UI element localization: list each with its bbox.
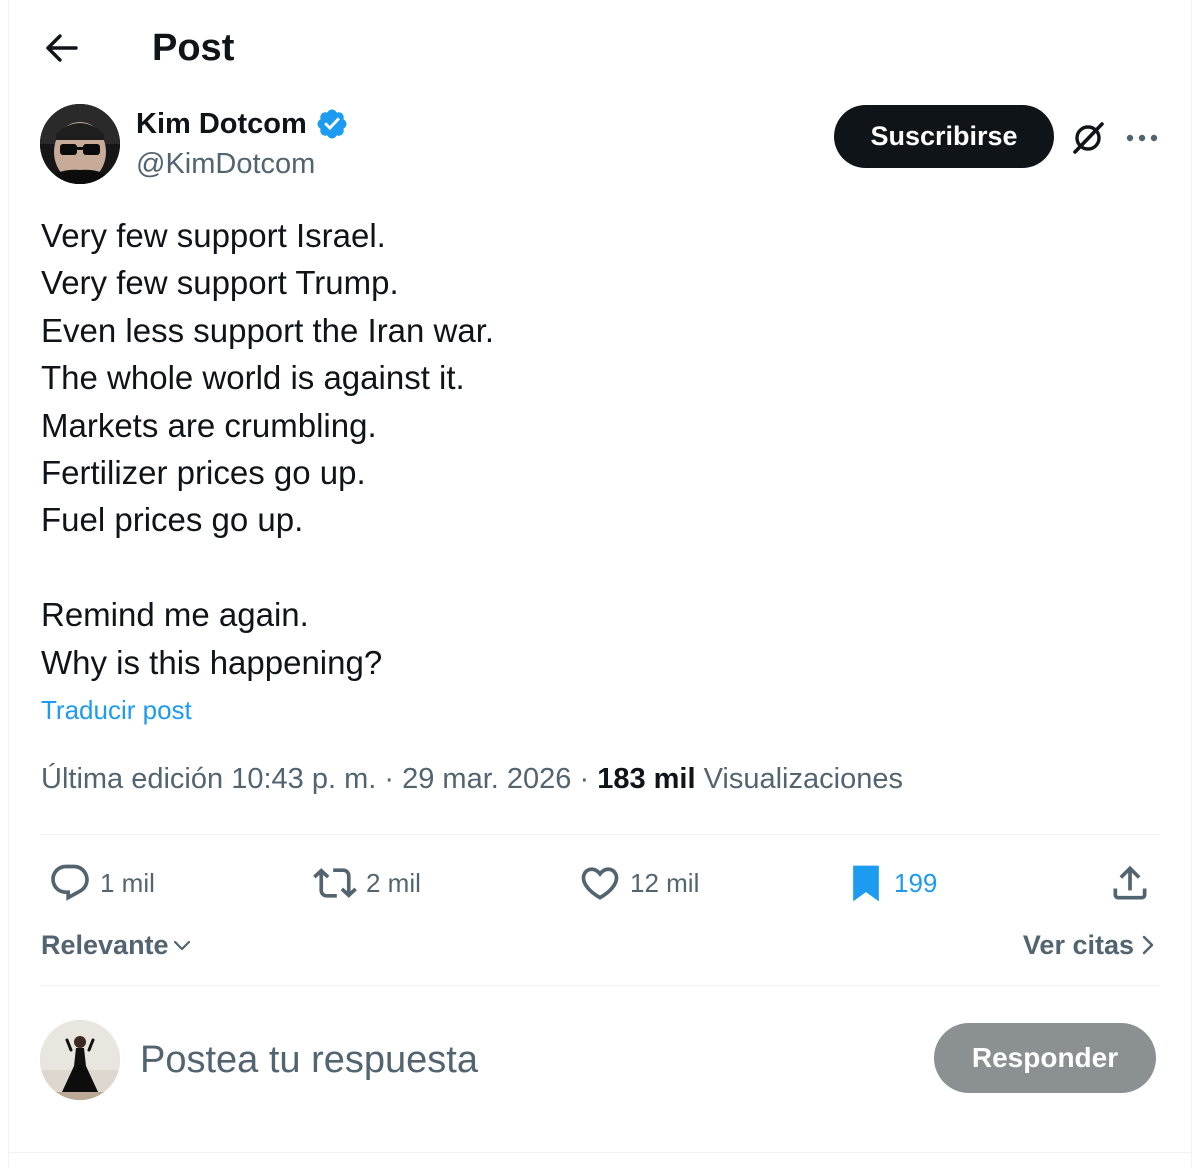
meta-separator: · <box>384 763 395 795</box>
share-button[interactable] <box>1108 858 1152 908</box>
like-count: 12 mil <box>630 867 700 898</box>
post-text-line <box>41 544 1141 591</box>
verified-badge-icon[interactable] <box>315 107 349 141</box>
post-date[interactable]: 29 mar. 2026 <box>402 763 571 795</box>
bookmark-count: 199 <box>894 867 938 898</box>
heart-icon <box>581 867 619 900</box>
reply-button[interactable]: 1 mil <box>48 858 155 908</box>
author-name-row: Kim Dotcom <box>136 106 349 142</box>
view-quotes-label: Ver citas <box>1022 930 1134 960</box>
reply-icon <box>51 864 89 901</box>
post-text-line: Fertilizer prices go up. <box>41 453 366 491</box>
bookmark-filled-icon <box>853 865 879 902</box>
reply-sort-label: Relevante <box>41 930 169 960</box>
subscribe-button[interactable]: Suscribirse <box>834 105 1054 168</box>
post-text-line: Why is this happening? <box>41 643 383 681</box>
author-name[interactable]: Kim Dotcom <box>136 106 307 142</box>
author-handle[interactable]: @KimDotcom <box>136 146 315 182</box>
views-label: Visualizaciones <box>703 763 903 795</box>
bottom-divider <box>8 1152 1192 1153</box>
arrow-left-icon <box>46 34 78 62</box>
repost-count: 2 mil <box>366 867 421 898</box>
repost-button[interactable]: 2 mil <box>312 858 421 908</box>
post-text-line: Very few support Trump. <box>41 264 399 302</box>
reply-count: 1 mil <box>100 867 155 898</box>
post-text-line: The whole world is against it. <box>41 359 465 397</box>
bookmark-button[interactable]: 199 <box>846 858 937 908</box>
reply-sort-select[interactable]: Relevante <box>41 928 193 962</box>
reply-submit-button[interactable]: Responder <box>934 1023 1156 1093</box>
post-text-line: Very few support Israel. <box>41 217 386 254</box>
divider <box>40 985 1160 986</box>
view-quotes-link[interactable]: Ver citas <box>1023 928 1156 962</box>
grok-icon[interactable] <box>1066 116 1110 160</box>
share-icon <box>1113 865 1147 900</box>
post-time[interactable]: 10:43 p. m. <box>231 763 376 795</box>
back-button[interactable] <box>36 26 86 70</box>
author-avatar[interactable] <box>40 104 120 184</box>
post-text-line: Markets are crumbling. <box>41 406 377 444</box>
like-button[interactable]: 12 mil <box>578 858 699 908</box>
page-title: Post <box>152 27 235 69</box>
post-text-line: Even less support the Iran war. <box>41 311 495 349</box>
chevron-right-icon <box>1142 935 1154 955</box>
post-meta: Última edición 10:43 p. m. · 29 mar. 202… <box>41 760 903 798</box>
post-text: Very few support Israel. Very few support… <box>41 212 1141 686</box>
repost-icon <box>313 868 357 898</box>
post-text-line: Fuel prices go up. <box>41 501 304 539</box>
meta-separator: · <box>579 763 590 795</box>
more-horizontal-icon[interactable] <box>1120 116 1164 160</box>
translate-post-link[interactable]: Traducir post <box>41 694 192 726</box>
chevron-down-icon <box>173 940 190 951</box>
divider <box>40 834 1160 835</box>
views-count: 183 mil <box>597 763 696 795</box>
user-avatar[interactable] <box>40 1020 120 1100</box>
post-text-line: Remind me again. <box>41 596 309 634</box>
edited-label[interactable]: Última edición <box>41 763 223 795</box>
reply-input[interactable] <box>140 1030 900 1090</box>
